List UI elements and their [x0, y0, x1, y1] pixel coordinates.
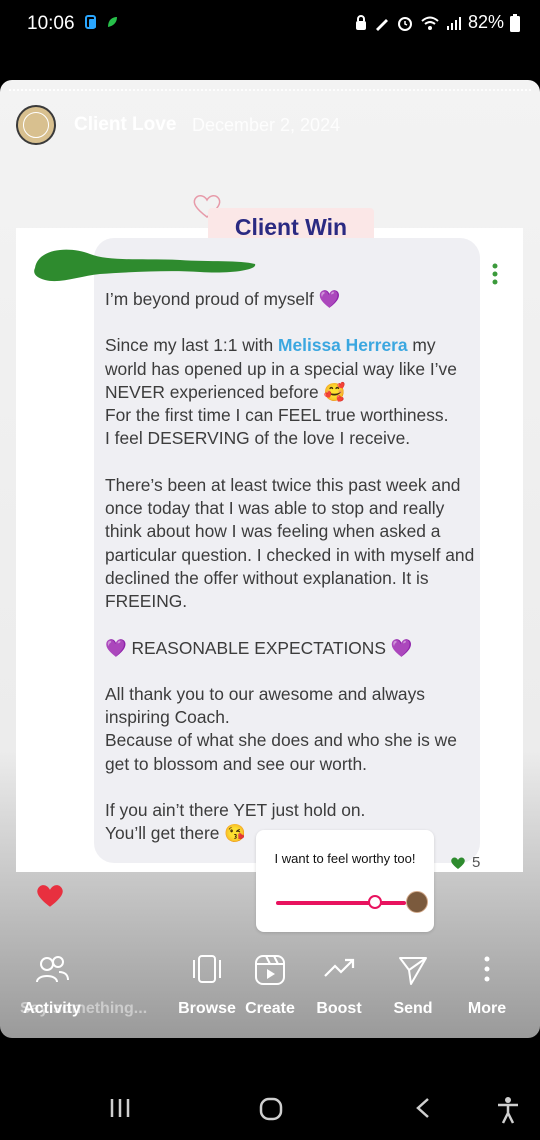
story-progress-bar — [9, 89, 531, 94]
story-author-name[interactable]: Client Love — [74, 114, 176, 136]
message-line: Since my last 1:1 with — [105, 335, 279, 356]
status-time: 10:06 — [27, 13, 75, 34]
system-nav-bar — [0, 1080, 540, 1140]
people-icon — [36, 956, 69, 983]
message-line: Since my last 1:1 with Melissa Herrera m… — [105, 334, 480, 404]
message-line: If you ain’t there YET just hold on. — [105, 800, 366, 821]
wifi-icon — [421, 16, 439, 30]
create-button[interactable]: Create — [240, 948, 300, 1028]
message-text: I’m beyond proud of myself 💜 Since my la… — [105, 288, 480, 846]
signal-icon — [446, 16, 461, 30]
reaction-count: 5 — [450, 854, 480, 871]
message-line: There’s been at least twice this past we… — [105, 474, 475, 612]
browse-label: Browse — [178, 1000, 236, 1017]
mention-link[interactable]: Melissa Herrera — [278, 335, 408, 355]
emoji-slider-sticker[interactable]: I want to feel worthy too! — [256, 830, 434, 932]
message-line: For the first time I can FEEL true worth… — [105, 405, 449, 426]
boost-label: Boost — [316, 1000, 362, 1017]
create-label: Create — [245, 1000, 295, 1017]
more-button[interactable]: More — [460, 948, 514, 1028]
send-label: Send — [393, 1000, 433, 1017]
message-line: Because of what she does and who she is … — [105, 730, 457, 774]
activity-label: Activity — [23, 1000, 81, 1017]
slider-track[interactable] — [276, 901, 406, 905]
author-avatar[interactable] — [16, 105, 56, 145]
like-heart-icon[interactable] — [35, 882, 65, 909]
slider-question: I want to feel worthy too! — [274, 851, 416, 866]
redaction-scribble — [34, 249, 256, 282]
activity-button[interactable]: Activity — [16, 948, 88, 1028]
accessibility-icon[interactable] — [496, 1096, 520, 1124]
battery-icon — [510, 13, 520, 32]
battery-percent: 82% — [467, 12, 504, 32]
message-line: I’m beyond proud of myself 💜 — [105, 289, 341, 309]
status-bar: 10:06 82% — [0, 0, 540, 46]
message-line: I feel DESERVING of the love I receive. — [105, 428, 411, 449]
home-icon[interactable] — [258, 1096, 284, 1122]
boost-button[interactable]: Boost — [308, 948, 370, 1028]
send-button[interactable]: Send — [384, 948, 442, 1028]
carousel-icon — [193, 955, 221, 983]
reels-icon — [255, 955, 285, 985]
recent-apps-icon[interactable] — [108, 1096, 132, 1120]
back-icon[interactable] — [412, 1096, 434, 1120]
lock-icon — [355, 14, 366, 30]
avatar-logo — [23, 112, 49, 138]
trending-up-icon — [324, 958, 355, 977]
story-date: December 2, 2024 — [192, 115, 341, 135]
pen-icon — [375, 18, 388, 31]
browse-button[interactable]: Browse — [174, 948, 240, 1028]
more-options-icon[interactable] — [490, 263, 500, 285]
send-icon — [399, 957, 427, 985]
message-line: All thank you to our awesome and always … — [105, 683, 425, 728]
alarm-icon — [397, 16, 412, 31]
message-line: 💜 REASONABLE EXPECTATIONS 💜 — [105, 637, 413, 658]
slider-thumb[interactable] — [367, 895, 382, 909]
green-heart-icon — [451, 856, 465, 869]
more-vertical-icon — [484, 956, 490, 982]
reaction-count-value: 5 — [472, 854, 481, 871]
slider-avatar — [406, 891, 428, 913]
more-label: More — [467, 1000, 507, 1017]
story-action-bar: Say something... Activity Browse Create … — [0, 948, 540, 1028]
story-viewer[interactable]: Client Love December 2, 2024 Client Win … — [0, 80, 540, 1038]
accessibility-notification-icon — [85, 15, 96, 29]
charging-leaf-icon — [108, 17, 117, 27]
